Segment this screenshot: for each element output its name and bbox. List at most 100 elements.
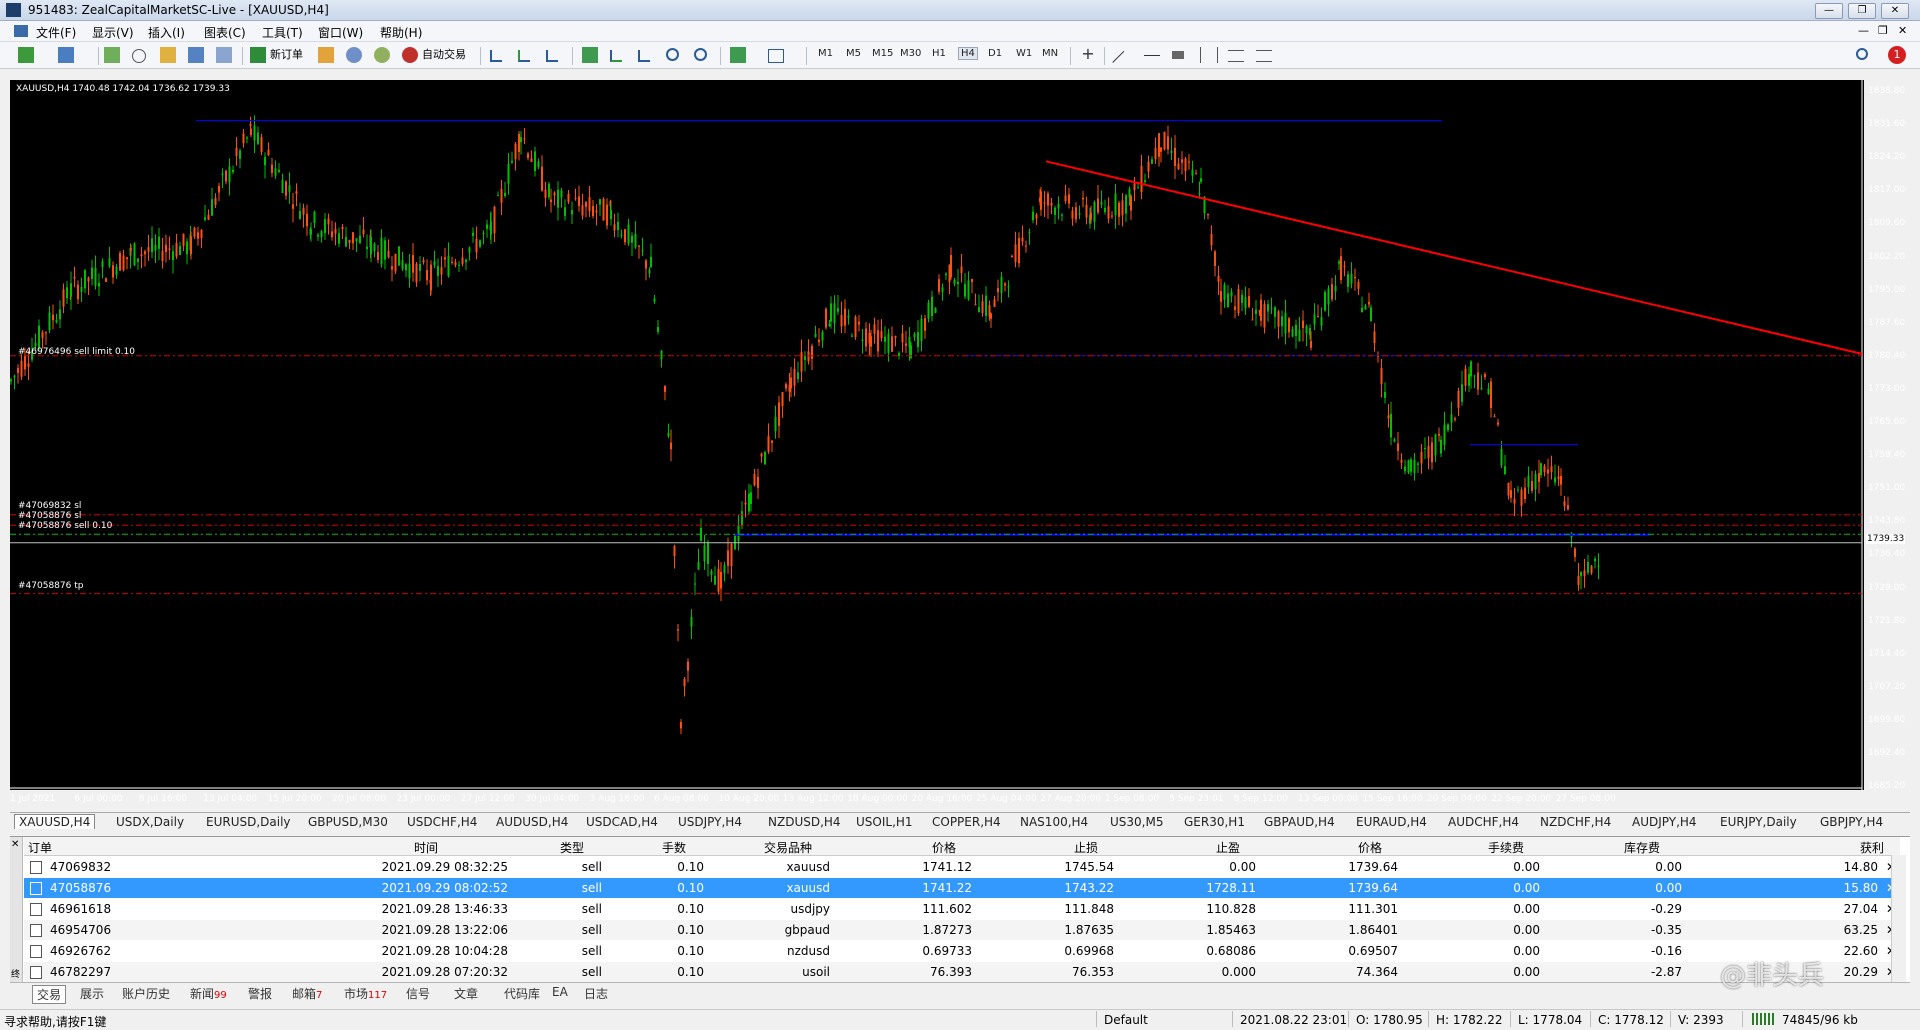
metaeditor-icon[interactable] — [318, 47, 334, 63]
symbol-tab[interactable]: NAS100,H4 — [1020, 815, 1088, 829]
templates-icon[interactable] — [768, 49, 784, 63]
col-current-price[interactable]: 价格 — [1358, 839, 1382, 856]
new-chart-icon[interactable] — [18, 47, 34, 63]
auto-trading-icon[interactable] — [402, 47, 418, 63]
symbol-tab[interactable]: USOIL,H1 — [856, 815, 913, 829]
col-tp[interactable]: 止盈 — [1216, 839, 1240, 856]
terminal-tab[interactable]: EA — [552, 985, 568, 999]
strategy-tester-icon[interactable] — [216, 47, 232, 63]
terminal-tab[interactable]: 展示 — [80, 985, 104, 1002]
timeframe-m15[interactable]: M15 — [872, 48, 893, 59]
autoscroll-icon[interactable] — [582, 47, 598, 63]
rectangle-icon[interactable] — [1172, 51, 1184, 59]
inner-minimize-button[interactable]: — — [1858, 24, 1869, 37]
inner-close-button[interactable]: ✕ — [1898, 24, 1907, 37]
chart-shift-icon[interactable] — [610, 50, 622, 62]
terminal-close-icon[interactable]: ✕ — [11, 839, 19, 850]
terminal-tab[interactable]: 账户历史 — [122, 985, 170, 1002]
timeframe-m30[interactable]: M30 — [900, 48, 921, 59]
menu-tools[interactable]: 工具(T) — [262, 24, 303, 41]
symbol-tab[interactable]: GBPJPY,H4 — [1820, 815, 1890, 829]
timeframe-m1[interactable]: M1 — [818, 48, 833, 59]
symbol-tab[interactable]: USDX,Daily — [116, 815, 184, 829]
menu-window[interactable]: 窗口(W) — [318, 24, 363, 41]
symbol-tab[interactable]: AUDUSD,H4 — [496, 815, 568, 829]
symbol-tab[interactable]: EURUSD,Daily — [206, 815, 291, 829]
table-row[interactable]: 47069832 2021.09.29 08:32:25 sell 0.10 xauus… — [24, 857, 1900, 877]
col-commission[interactable]: 手续费 — [1488, 839, 1524, 856]
timeframe-d1[interactable]: D1 — [988, 48, 1002, 59]
table-row[interactable]: 46926762 2021.09.28 10:04:28 sell 0.10 nzdus… — [24, 941, 1900, 961]
symbol-tab[interactable]: NZDCHF,H4 — [1540, 815, 1611, 829]
symbol-tab[interactable]: EURJPY,Daily — [1720, 815, 1797, 829]
signals-icon[interactable] — [346, 47, 362, 63]
timeframe-h1[interactable]: H1 — [932, 48, 946, 59]
new-order-icon[interactable] — [250, 47, 266, 63]
symbol-tab[interactable]: NZDUSD,H4 — [768, 815, 841, 829]
symbol-tab[interactable]: US30,M5 — [1110, 815, 1163, 829]
maximize-button[interactable]: ❐ — [1848, 3, 1876, 19]
candlestick-icon[interactable] — [518, 50, 530, 62]
trendline-icon[interactable] — [1112, 50, 1136, 75]
minimize-button[interactable]: — — [1815, 3, 1843, 19]
menu-file[interactable]: 文件(F) — [36, 24, 76, 41]
timeframe-mn[interactable]: MN — [1042, 48, 1058, 59]
terminal-tab[interactable]: 日志 — [584, 985, 608, 1002]
line-chart-icon[interactable] — [546, 50, 558, 62]
table-row[interactable]: 47058876 2021.09.29 08:02:52 sell 0.10 xauus… — [24, 878, 1900, 898]
terminal-scrollbar[interactable] — [1891, 855, 1906, 983]
label-icon[interactable] — [1256, 50, 1272, 62]
indicators-icon[interactable] — [730, 47, 746, 63]
symbol-tab[interactable]: AUDCHF,H4 — [1448, 815, 1519, 829]
symbol-tab[interactable]: USDJPY,H4 — [678, 815, 742, 829]
col-type[interactable]: 类型 — [560, 839, 584, 856]
navigator-icon[interactable] — [160, 47, 176, 63]
bar-chart-icon[interactable] — [490, 50, 502, 62]
col-symbol[interactable]: 交易品种 — [764, 839, 812, 856]
terminal-tab[interactable]: 新闻99 — [190, 985, 227, 1002]
symbol-tab[interactable]: GBPUSD,M30 — [308, 815, 388, 829]
chart-grid-icon[interactable] — [638, 50, 650, 62]
terminal-tab[interactable]: 代码库 — [504, 985, 540, 1002]
market-watch-icon[interactable] — [104, 47, 120, 63]
price-chart[interactable]: XAUUSD,H4 1740.48 1742.04 1736.62 1739.3… — [10, 80, 1905, 804]
fibonacci-icon[interactable] — [1200, 47, 1218, 63]
search-icon[interactable] — [1856, 48, 1868, 60]
zoom-out-icon[interactable] — [694, 48, 707, 61]
timeframe-m5[interactable]: M5 — [846, 48, 861, 59]
col-sl[interactable]: 止损 — [1074, 839, 1098, 856]
symbol-tab[interactable]: USDCAD,H4 — [586, 815, 658, 829]
symbol-tab[interactable]: GBPAUD,H4 — [1264, 815, 1335, 829]
horizontal-line-icon[interactable] — [1144, 55, 1160, 72]
col-time[interactable]: 时间 — [414, 839, 438, 856]
menu-help[interactable]: 帮助(H) — [380, 24, 422, 41]
market-icon[interactable] — [374, 47, 390, 63]
text-icon[interactable] — [1228, 50, 1244, 62]
symbol-tab-xauusd[interactable]: XAUUSD,H4 — [14, 814, 96, 829]
terminal-icon[interactable] — [188, 47, 204, 63]
menu-insert[interactable]: 插入(I) — [148, 24, 185, 41]
terminal-tab[interactable]: 邮箱7 — [292, 985, 322, 1002]
menu-view[interactable]: 显示(V) — [92, 24, 134, 41]
symbol-tab[interactable]: GER30,H1 — [1184, 815, 1245, 829]
profiles-icon[interactable] — [58, 47, 74, 63]
terminal-tab[interactable]: 市场117 — [344, 985, 387, 1002]
col-price[interactable]: 价格 — [932, 839, 956, 856]
terminal-tab[interactable]: 警报 — [248, 985, 272, 1002]
symbol-tab[interactable]: AUDJPY,H4 — [1632, 815, 1697, 829]
timeframe-w1[interactable]: W1 — [1016, 48, 1032, 59]
close-button[interactable]: ✕ — [1881, 3, 1909, 19]
table-row[interactable]: 46954706 2021.09.28 13:22:06 sell 0.10 gbpau… — [24, 920, 1900, 940]
col-swap[interactable]: 库存费 — [1624, 839, 1660, 856]
col-lots[interactable]: 手数 — [662, 839, 686, 856]
data-window-icon[interactable] — [132, 49, 146, 63]
notification-badge[interactable]: 1 — [1888, 46, 1906, 64]
symbol-tab[interactable]: EURAUD,H4 — [1356, 815, 1427, 829]
terminal-tab[interactable]: 文章 — [454, 985, 478, 1002]
zoom-in-icon[interactable] — [666, 48, 679, 61]
col-profit[interactable]: 获利 — [1860, 839, 1884, 856]
terminal-tab[interactable]: 信号 — [406, 985, 430, 1002]
new-order-button[interactable]: 新订单 — [270, 46, 303, 64]
menu-charts[interactable]: 图表(C) — [204, 24, 246, 41]
col-order[interactable]: 订单 — [28, 839, 52, 856]
